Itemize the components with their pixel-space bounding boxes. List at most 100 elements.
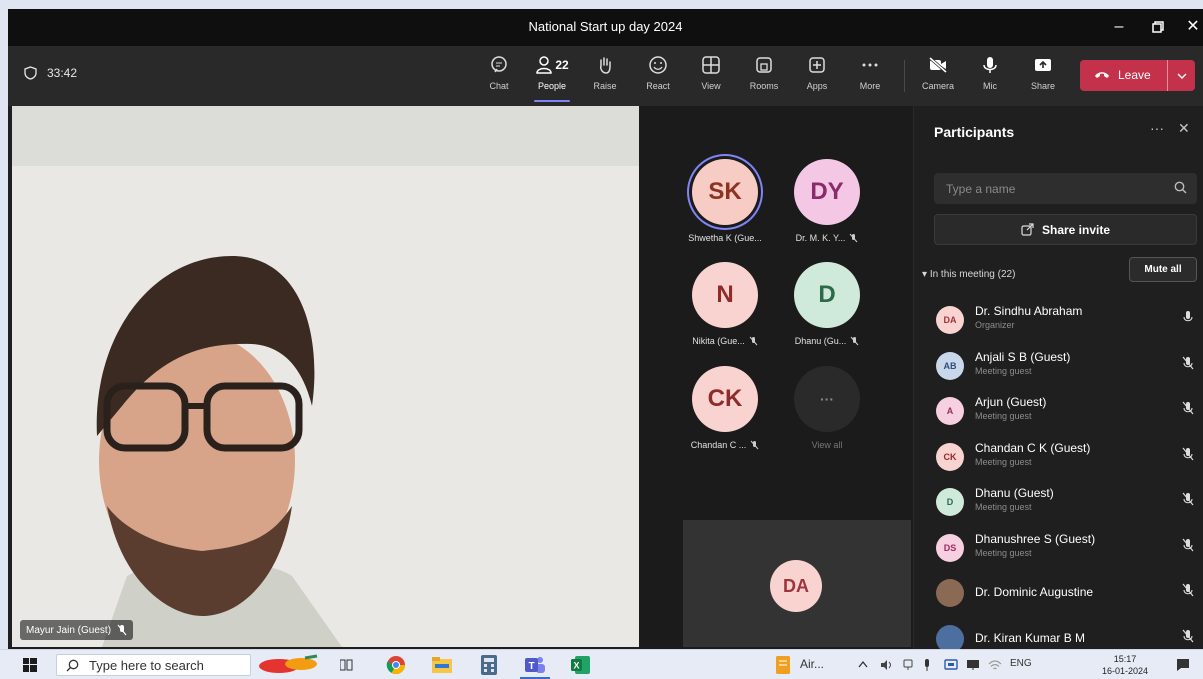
apps-button[interactable]: Apps xyxy=(793,55,841,99)
screen-share-tray-icon[interactable] xyxy=(944,658,958,672)
notifications-icon[interactable] xyxy=(1176,658,1190,672)
apps-label: Apps xyxy=(806,81,828,91)
participant-row[interactable]: Dr. Kiran Kumar B M xyxy=(914,615,1203,649)
participant-avatar: AB xyxy=(936,351,964,380)
more-button[interactable]: More xyxy=(846,55,894,99)
grid-view-icon xyxy=(702,56,720,74)
taskbar-search-input[interactable] xyxy=(89,655,249,675)
share-button[interactable]: Share xyxy=(1019,55,1067,99)
main-video-feed[interactable]: Mayur Jain (Guest) xyxy=(12,106,639,647)
gallery-tile[interactable]: D Dhanu (Gu... xyxy=(777,262,877,346)
close-window-icon[interactable]: ✕ xyxy=(1180,15,1203,39)
view-all-label: View all xyxy=(811,440,843,450)
gallery-tile[interactable]: SK Shwetha K (Gue... xyxy=(675,159,775,243)
avatar: CK xyxy=(692,366,758,432)
wifi-icon[interactable] xyxy=(988,659,1002,671)
close-panel-icon[interactable]: ✕ xyxy=(1178,120,1190,137)
rooms-button[interactable]: Rooms xyxy=(740,55,788,99)
file-explorer-icon[interactable] xyxy=(432,657,452,673)
tile-name: Chandan C ... xyxy=(690,440,747,450)
mic-icon[interactable] xyxy=(1182,310,1194,324)
people-button[interactable]: 22 People xyxy=(528,55,576,102)
chat-label: Chat xyxy=(489,81,509,91)
search-icon xyxy=(1174,181,1187,194)
mic-button[interactable]: Mic xyxy=(966,55,1014,99)
more-options-icon[interactable]: ··· xyxy=(1150,120,1164,136)
chat-button[interactable]: Chat xyxy=(475,55,523,99)
rooms-label: Rooms xyxy=(749,81,779,91)
mic-off-icon[interactable] xyxy=(1182,492,1194,506)
leave-label: Leave xyxy=(1118,68,1151,82)
mic-off-icon[interactable] xyxy=(1182,583,1194,597)
maximize-icon[interactable] xyxy=(1145,15,1171,39)
self-view-tile[interactable]: DA xyxy=(683,520,911,647)
leave-button[interactable]: Leave xyxy=(1080,60,1195,91)
svg-text:X: X xyxy=(573,661,579,671)
notes-app-icon[interactable] xyxy=(776,656,790,674)
participant-role: Meeting guest xyxy=(975,456,1032,467)
mic-label: Mic xyxy=(983,81,997,91)
participant-row[interactable]: DA Dr. Sindhu Abraham Organizer xyxy=(914,296,1203,340)
share-invite-button[interactable]: Share invite xyxy=(934,214,1197,245)
leave-dropdown[interactable] xyxy=(1167,60,1195,91)
in-meeting-header[interactable]: ▾ In this meeting (22) xyxy=(922,269,1015,280)
participant-row[interactable]: Dr. Dominic Augustine xyxy=(914,569,1203,613)
mic-off-icon[interactable] xyxy=(1182,401,1194,415)
excel-icon[interactable]: X xyxy=(571,655,591,675)
language-indicator[interactable]: ENG xyxy=(1010,658,1032,669)
participant-name: Dhanu (Guest) xyxy=(975,486,1054,500)
view-all-button[interactable]: ··· View all xyxy=(777,366,877,450)
task-view-icon[interactable] xyxy=(340,659,354,671)
participant-search[interactable] xyxy=(934,173,1197,204)
calculator-icon[interactable] xyxy=(481,655,497,675)
chevron-up-icon[interactable] xyxy=(858,660,868,668)
raise-hand-button[interactable]: Raise xyxy=(581,55,629,99)
mic-tray-icon[interactable] xyxy=(922,658,932,672)
mic-off-icon[interactable] xyxy=(1182,538,1194,552)
camera-button[interactable]: Camera xyxy=(914,55,962,99)
tile-name: Dhanu (Gu... xyxy=(794,336,847,346)
participant-avatar: DA xyxy=(936,306,964,334)
more-label: More xyxy=(859,81,881,91)
hand-icon xyxy=(600,57,611,74)
participant-name: Mayur Jain (Guest) xyxy=(26,624,112,636)
in-meeting-label: In this meeting (22) xyxy=(929,269,1016,280)
search-input[interactable] xyxy=(934,173,1197,204)
taskbar-app-label[interactable]: Air... xyxy=(800,657,824,671)
chrome-icon[interactable] xyxy=(386,655,406,675)
mic-off-icon[interactable] xyxy=(1182,629,1194,643)
gallery-tile[interactable]: CK Chandan C ... xyxy=(675,366,775,450)
teams-icon[interactable]: T xyxy=(524,655,546,675)
participant-role: Organizer xyxy=(975,320,1015,330)
toolbar-divider xyxy=(904,60,905,92)
mute-all-button[interactable]: Mute all xyxy=(1129,257,1197,282)
participant-row[interactable]: AB Anjali S B (Guest) Meeting guest xyxy=(914,342,1203,386)
windows-start-icon[interactable] xyxy=(23,658,37,672)
participant-role: Meeting guest xyxy=(975,547,1032,558)
participant-row[interactable]: A Arjun (Guest) Meeting guest xyxy=(914,387,1203,431)
speaker-icon[interactable] xyxy=(880,659,892,671)
participant-row[interactable]: CK Chandan C K (Guest) Meeting guest xyxy=(914,433,1203,477)
view-button[interactable]: View xyxy=(687,55,735,99)
avatar: SK xyxy=(692,159,758,225)
share-invite-label: Share invite xyxy=(1041,222,1111,237)
participant-video-image xyxy=(12,106,639,647)
tile-name: Dr. M. K. Y... xyxy=(795,233,846,243)
network-icon[interactable] xyxy=(902,659,914,671)
participant-avatar: D xyxy=(936,488,964,516)
taskbar-search[interactable] xyxy=(56,654,251,676)
mic-off-icon[interactable] xyxy=(1182,356,1194,370)
gallery-tile[interactable]: N Nikita (Gue... xyxy=(675,262,775,346)
taskbar-clock[interactable]: 15:17 16-01-2024 xyxy=(1102,653,1148,677)
display-icon[interactable] xyxy=(966,659,980,671)
gallery-tile[interactable]: DY Dr. M. K. Y... xyxy=(777,159,877,243)
rooms-icon xyxy=(756,57,772,73)
participant-row[interactable]: DS Dhanushree S (Guest) Meeting guest xyxy=(914,524,1203,568)
react-button[interactable]: React xyxy=(634,55,682,99)
mic-off-icon[interactable] xyxy=(1182,447,1194,461)
minimize-icon[interactable]: – xyxy=(1106,15,1132,39)
clock-time: 15:17 xyxy=(1113,654,1137,664)
search-icon xyxy=(66,659,79,672)
participant-row[interactable]: D Dhanu (Guest) Meeting guest xyxy=(914,478,1203,522)
windows-taskbar: T X Air... ENG 15:17 16-01-2024 xyxy=(0,649,1203,679)
